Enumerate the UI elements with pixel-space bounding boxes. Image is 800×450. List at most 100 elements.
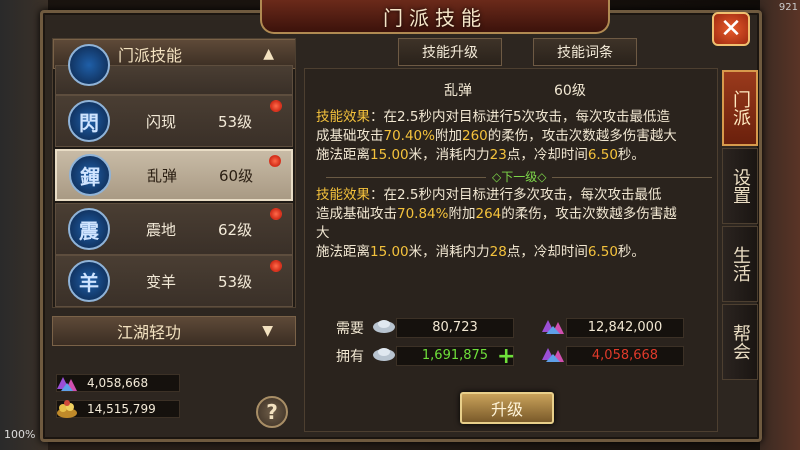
skill-name: 变羊 bbox=[146, 272, 177, 291]
effect-text: 的柔伤，攻击次数越多伤害越 bbox=[501, 206, 677, 222]
section-wrapper-qinggong: 江湖轻功 ▼ bbox=[52, 316, 296, 346]
effect-text: 点，冷却时间 bbox=[506, 147, 588, 163]
silver-need-value: 80,723 bbox=[396, 318, 514, 338]
gem-need-value: 12,842,000 bbox=[566, 318, 684, 338]
side-tab-guild[interactable]: 帮会 bbox=[722, 304, 758, 380]
effect-value: 23 bbox=[489, 147, 507, 163]
effect-text: 的柔伤，攻击次数越多伤害越大 bbox=[487, 128, 677, 144]
skill-level: 62级 bbox=[218, 220, 253, 239]
gem-pile-icon bbox=[542, 348, 564, 362]
side-tab-settings[interactable]: 设置 bbox=[722, 148, 758, 224]
side-tab-label: 生活 bbox=[730, 246, 751, 282]
skill-name: 震地 bbox=[146, 220, 177, 239]
skill-row-bianyang[interactable]: 羊 变羊 53级 bbox=[55, 255, 293, 307]
effect-text: 米，消耗内力 bbox=[408, 147, 490, 163]
background-percent: 100% bbox=[4, 428, 36, 441]
notification-dot-icon bbox=[269, 155, 281, 167]
effect-text: 秒。 bbox=[617, 147, 645, 163]
window-title: 门派技能 bbox=[383, 5, 487, 30]
gem-pile-icon bbox=[542, 320, 564, 334]
gold-treasure-icon bbox=[57, 400, 77, 418]
skill-level: 60级 bbox=[219, 166, 254, 185]
effect-text: 附加 bbox=[448, 206, 476, 222]
effect-value: 70.84% bbox=[397, 206, 449, 222]
tab-skill-upgrade[interactable]: 技能升级 bbox=[398, 38, 502, 66]
background-number: 921 bbox=[778, 2, 798, 13]
side-tab-label: 设置 bbox=[730, 168, 751, 204]
effect-text: 造成基础攻击 bbox=[316, 206, 397, 222]
notification-dot-icon bbox=[270, 260, 282, 272]
skill-icon: 羊 bbox=[68, 260, 110, 302]
effect-value: 15.00 bbox=[370, 244, 409, 260]
tab-label: 技能升级 bbox=[422, 45, 478, 61]
upgrade-label: 升级 bbox=[490, 400, 523, 419]
chevron-up-icon: ▲ bbox=[263, 46, 274, 62]
effect-text: 点，冷却时间 bbox=[506, 244, 588, 260]
effect-value: 15.00 bbox=[370, 147, 409, 163]
next-level-divider: ◇下一级◇ bbox=[316, 170, 712, 184]
help-icon: ? bbox=[266, 400, 278, 424]
tab-skill-entries[interactable]: 技能词条 bbox=[533, 38, 637, 66]
skill-row-zhendi[interactable]: 震 震地 62级 bbox=[55, 203, 293, 255]
side-tab-label: 门派 bbox=[730, 90, 751, 126]
currency-value: 14,515,799 bbox=[87, 402, 156, 416]
effect-value: 28 bbox=[489, 244, 507, 260]
gem-have-value: 4,058,668 bbox=[566, 346, 684, 366]
skill-name: 闪现 bbox=[146, 112, 177, 131]
skill-level: 53级 bbox=[218, 272, 253, 291]
upgrade-button[interactable]: 升级 bbox=[460, 392, 554, 424]
skill-row-luandan[interactable]: 鍕 乱弹 60级 bbox=[55, 149, 293, 201]
effect-text: 秒。 bbox=[617, 244, 645, 260]
effect-text: 附加 bbox=[434, 128, 462, 144]
currency-gold: 14,515,799 bbox=[56, 400, 180, 418]
chevron-down-icon: ▼ bbox=[262, 323, 273, 339]
effect-text: ：在2.5秒内对目标进行5次攻击，每次攻击最低造 bbox=[370, 109, 671, 125]
skill-row-partial[interactable] bbox=[55, 44, 293, 95]
current-effect-text: 技能效果：在2.5秒内对目标进行5次攻击，每次攻击最低造 成基础攻击70.40%… bbox=[316, 108, 716, 165]
notification-dot-icon bbox=[270, 208, 282, 220]
next-level-label: ◇下一级◇ bbox=[492, 170, 547, 184]
effect-text: 施法距离 bbox=[316, 147, 370, 163]
effect-text: 施法距离 bbox=[316, 244, 370, 260]
divider-line bbox=[552, 177, 712, 178]
skill-row-shanxian[interactable]: 閃 闪现 53级 bbox=[55, 95, 293, 147]
effect-label: 技能效果 bbox=[316, 187, 370, 203]
side-tab-sect[interactable]: 门派 bbox=[722, 70, 758, 146]
detail-skill-level: 60级 bbox=[554, 83, 586, 99]
currency-value: 4,058,668 bbox=[87, 376, 149, 390]
skill-level: 53级 bbox=[218, 112, 253, 131]
skill-name: 乱弹 bbox=[147, 166, 178, 185]
detail-skill-name: 乱弹 bbox=[444, 83, 472, 99]
gem-pile-icon bbox=[57, 377, 77, 391]
currency-gems: 4,058,668 bbox=[56, 374, 180, 392]
side-tab-label: 帮会 bbox=[730, 324, 751, 360]
section-header-qinggong[interactable]: 江湖轻功 ▼ bbox=[52, 316, 296, 346]
effect-text: 大 bbox=[316, 225, 330, 241]
close-button[interactable]: ✕ bbox=[712, 12, 750, 46]
game-screen: 100% 921 门派技能 ✕ 门派技能 ▲ 閃 闪现 53级 鍕 乱弹 60级… bbox=[0, 0, 800, 450]
effect-text: 成基础攻击 bbox=[316, 128, 384, 144]
close-icon: ✕ bbox=[720, 14, 742, 44]
effect-value: 6.50 bbox=[587, 147, 618, 163]
add-silver-button[interactable]: + bbox=[497, 344, 515, 369]
effect-value: 264 bbox=[475, 206, 502, 222]
tab-label: 技能词条 bbox=[557, 45, 613, 61]
divider-line bbox=[326, 177, 486, 178]
notification-dot-icon bbox=[270, 100, 282, 112]
background-scene-right bbox=[760, 0, 800, 450]
effect-label: 技能效果 bbox=[316, 109, 370, 125]
effect-value: 70.40% bbox=[383, 128, 435, 144]
skill-icon: 鍕 bbox=[69, 154, 111, 196]
help-button[interactable]: ? bbox=[256, 396, 288, 428]
skill-icon bbox=[68, 44, 110, 86]
side-tab-life[interactable]: 生活 bbox=[722, 226, 758, 302]
skill-icon: 震 bbox=[68, 208, 110, 250]
skill-icon: 閃 bbox=[68, 100, 110, 142]
need-label: 需要 bbox=[336, 321, 364, 337]
effect-value: 260 bbox=[461, 128, 488, 144]
silver-ingot-icon bbox=[373, 320, 395, 333]
have-label: 拥有 bbox=[336, 349, 364, 365]
section-label: 门派技能 bbox=[118, 46, 183, 65]
skill-list-panel: 门派技能 ▲ 閃 闪现 53级 鍕 乱弹 60级 震 震地 62级 羊 变羊 5… bbox=[52, 38, 296, 308]
silver-ingot-icon bbox=[373, 348, 395, 361]
